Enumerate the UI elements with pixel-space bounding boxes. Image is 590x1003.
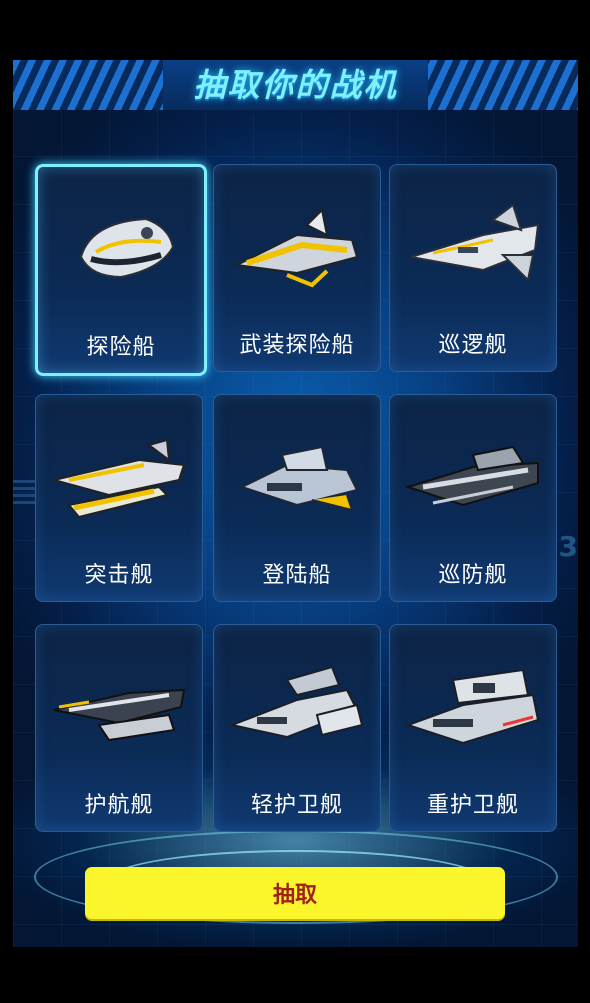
ship-label: 探险船 [86, 335, 156, 360]
page-title: 抽取你的战机 [193, 66, 398, 104]
ship-card-light-corvette[interactable]: 轻护卫舰 [213, 624, 381, 832]
title-banner: 抽取你的战机 [13, 60, 578, 110]
ship-card-explorer[interactable]: 探险船 [35, 164, 207, 376]
ship-label: 轻护卫舰 [250, 793, 343, 818]
ship-card-escort[interactable]: 护航舰 [35, 624, 203, 832]
ship-label: 巡防舰 [438, 563, 508, 588]
ship-label: 突击舰 [84, 563, 154, 588]
landing-ship-icon [239, 445, 359, 512]
heavy-corvette-ship-icon [404, 668, 540, 745]
ship-card-assault[interactable]: 突击舰 [35, 394, 203, 602]
light-corvette-ship-icon [228, 665, 364, 739]
patrol-ship-icon [410, 203, 540, 283]
ship-label: 重护卫舰 [426, 793, 519, 818]
explorer-ship-icon [79, 217, 175, 279]
ship-card-armed-explorer[interactable]: 武装探险船 [213, 164, 381, 372]
ship-label: 护航舰 [84, 793, 154, 818]
ship-label: 武装探险船 [239, 333, 355, 358]
ship-card-frigate[interactable]: 巡防舰 [389, 394, 557, 602]
armed-explorer-ship-icon [233, 207, 359, 288]
decorative-bars [13, 480, 37, 508]
assault-ship-icon [53, 438, 186, 519]
ship-card-heavy-corvette[interactable]: 重护卫舰 [389, 624, 557, 832]
frigate-ship-icon [404, 445, 539, 507]
game-screen: 23 抽取你的战机 探险船 武装探险船 巡逻舰 突击舰 登陆船 巡防舰 护航舰 … [13, 60, 578, 947]
ship-label: 登陆船 [262, 563, 332, 588]
ship-card-patrol[interactable]: 巡逻舰 [389, 164, 557, 372]
draw-button[interactable]: 抽取 [85, 867, 505, 919]
ship-label: 巡逻舰 [438, 333, 508, 358]
escort-ship-icon [53, 688, 186, 742]
ship-card-landing[interactable]: 登陆船 [213, 394, 381, 602]
